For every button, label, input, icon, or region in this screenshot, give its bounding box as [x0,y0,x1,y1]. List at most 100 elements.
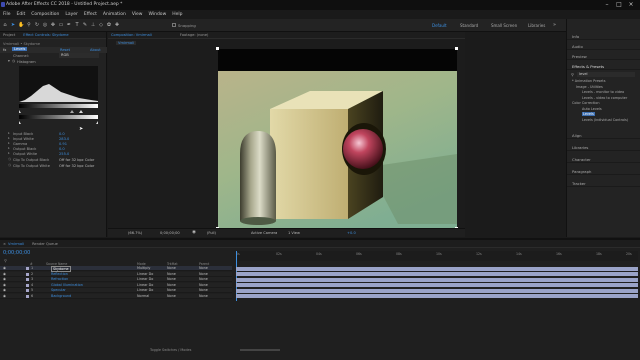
workspace-default[interactable]: Default [432,23,447,28]
pen-tool-icon[interactable]: ✒ [66,22,72,28]
layer-trkmat-dropdown[interactable]: None [167,277,176,281]
layer-row[interactable]: ◉ 6 Background Normal None None [0,293,232,299]
workspace-more-icon[interactable]: » [553,22,556,28]
selection-tool-icon[interactable]: ➤ [10,22,16,28]
layer-trkmat-dropdown[interactable]: None [167,294,176,298]
viewer-timecode[interactable]: 0;00;00;00 [160,231,180,235]
zoom-dropdown[interactable]: (66.7%) [128,231,142,235]
clip-black-dropdown[interactable]: Off for 32 bpc Color [59,158,94,162]
layer-duration-bar[interactable] [236,288,638,293]
layer-name[interactable]: Background [51,294,71,298]
composition-frame[interactable] [218,49,457,229]
visibility-eye-icon[interactable]: ◉ [3,288,6,292]
layer-label-color[interactable] [26,267,29,270]
visibility-eye-icon[interactable]: ◉ [3,272,6,276]
tab-effect-controls[interactable]: Effect Controls: Skydome [23,33,68,37]
maximize-icon[interactable]: □ [614,0,624,10]
roto-brush-tool-icon[interactable]: ✿ [106,22,112,28]
layer-mode-dropdown[interactable]: Linear Do [137,283,153,287]
rotate-tool-icon[interactable]: ↻ [34,22,40,28]
layer-label-color[interactable] [26,278,29,281]
layer-duration-bar[interactable] [236,294,638,298]
channel-dropdown[interactable]: RGB [59,53,99,58]
snapping-checkbox[interactable] [172,23,176,27]
layer-trkmat-dropdown[interactable]: None [167,272,176,276]
tab-timeline-vmirmali[interactable]: Vmirmali [8,242,24,246]
camera-icon[interactable]: ◉ [192,230,196,235]
timeline-close-icon[interactable]: × [3,242,6,246]
layer-label-color[interactable] [26,272,29,276]
histogram-chevron-icon[interactable]: ▾ [8,59,10,63]
panel-preview[interactable]: Preview [567,52,640,60]
layer-mode-dropdown[interactable]: Linear Do [137,272,153,276]
camera-tool-icon[interactable]: ◎ [42,22,48,28]
layer-mode-dropdown[interactable]: Linear Do [137,288,153,292]
clone-stamp-tool-icon[interactable]: ⊥ [90,22,96,28]
panel-libraries[interactable]: Libraries [567,143,640,151]
layer-duration-bar[interactable] [236,277,638,282]
tab-composition[interactable]: Composition: Vmirmali [111,33,152,37]
frame-handle-tr[interactable] [455,47,458,50]
layer-mode-dropdown[interactable]: Multiply [137,266,150,270]
brush-tool-icon[interactable]: ✎ [82,22,88,28]
hand-tool-icon[interactable]: ✋ [18,22,24,28]
panel-paragraph[interactable]: Paragraph [567,167,640,175]
minimize-icon[interactable]: – [602,0,612,10]
menu-composition[interactable]: Composition [31,12,59,17]
menu-effect[interactable]: Effect [84,12,97,17]
zoom-tool-icon[interactable]: ⚲ [26,22,32,28]
layer-duration-bar[interactable] [236,266,638,271]
layer-mode-dropdown[interactable]: Linear Do [137,277,153,281]
workspace-libraries[interactable]: Libraries [528,23,545,28]
workspace-small-screen[interactable]: Small Screen [491,23,517,28]
tree-levels-individual[interactable]: Levels (Individual Controls) [572,118,628,124]
rectangle-tool-icon[interactable]: ▭ [58,22,64,28]
layer-trkmat-dropdown[interactable]: None [167,283,176,287]
layer-parent-dropdown[interactable]: None [199,272,208,276]
eraser-tool-icon[interactable]: ◇ [98,22,104,28]
panel-align[interactable]: Align [567,131,640,139]
layer-row[interactable]: ◉ 2 Reflection Linear Do None None [0,271,232,277]
exposure-value[interactable]: +0.0 [347,231,356,235]
menu-layer[interactable]: Layer [65,12,78,17]
toggle-switches-modes[interactable]: Toggle Switches / Modes [150,348,191,352]
visibility-eye-icon[interactable]: ◉ [3,294,6,298]
layer-row[interactable]: ◉ 4 Global Illumination Linear Do None None [0,282,232,288]
layer-parent-dropdown[interactable]: None [199,283,208,287]
active-camera-dropdown[interactable]: Active Camera [251,231,277,235]
layer-name[interactable]: Global Illumination [51,283,83,287]
panel-character[interactable]: Character [567,155,640,163]
layer-row[interactable]: ◉ 5 Specular Linear Do None None [0,288,232,293]
layer-label-color[interactable] [26,283,29,287]
param-clip-output-white[interactable]: ◷ Clip To Output White Off for 32 bpc Co… [0,163,107,169]
views-dropdown[interactable]: 1 View [288,231,300,235]
tab-render-queue[interactable]: Render Queue [32,242,58,246]
pan-behind-tool-icon[interactable]: ✥ [50,22,56,28]
layer-row[interactable]: ◉ 3 Refraction Linear Do None None [0,277,232,282]
layer-parent-dropdown[interactable]: None [199,266,208,270]
timeline-zoom-slider[interactable] [240,349,280,351]
panel-effects-presets[interactable]: Effects & Presets [567,62,640,70]
close-icon[interactable]: × [626,0,636,10]
visibility-eye-icon[interactable]: ◉ [3,283,6,287]
tree-levels[interactable]: Levels [582,112,595,116]
menu-window[interactable]: Window [149,12,167,17]
menu-help[interactable]: Help [172,12,182,17]
layer-trkmat-dropdown[interactable]: None [167,266,176,270]
reset-link[interactable]: Reset [60,48,70,52]
layer-name[interactable]: Refraction [51,277,68,281]
tab-project[interactable]: Project [3,33,15,37]
timeline-timecode[interactable]: 0;00;00;00 [3,250,30,256]
menu-view[interactable]: View [132,12,143,17]
layer-name[interactable]: Reflection [51,272,68,276]
puppet-tool-icon[interactable]: ✚ [114,22,120,28]
effects-search-input[interactable]: level [577,72,635,77]
layer-label-color[interactable] [26,294,29,298]
layer-trkmat-dropdown[interactable]: None [167,288,176,292]
menu-edit[interactable]: Edit [17,12,26,17]
histogram-graph[interactable] [19,66,98,130]
panel-tracker[interactable]: Tracker [567,179,640,187]
clip-white-dropdown[interactable]: Off for 32 bpc Color [59,164,94,168]
menu-animation[interactable]: Animation [103,12,126,17]
layer-mode-dropdown[interactable]: Normal [137,294,149,298]
